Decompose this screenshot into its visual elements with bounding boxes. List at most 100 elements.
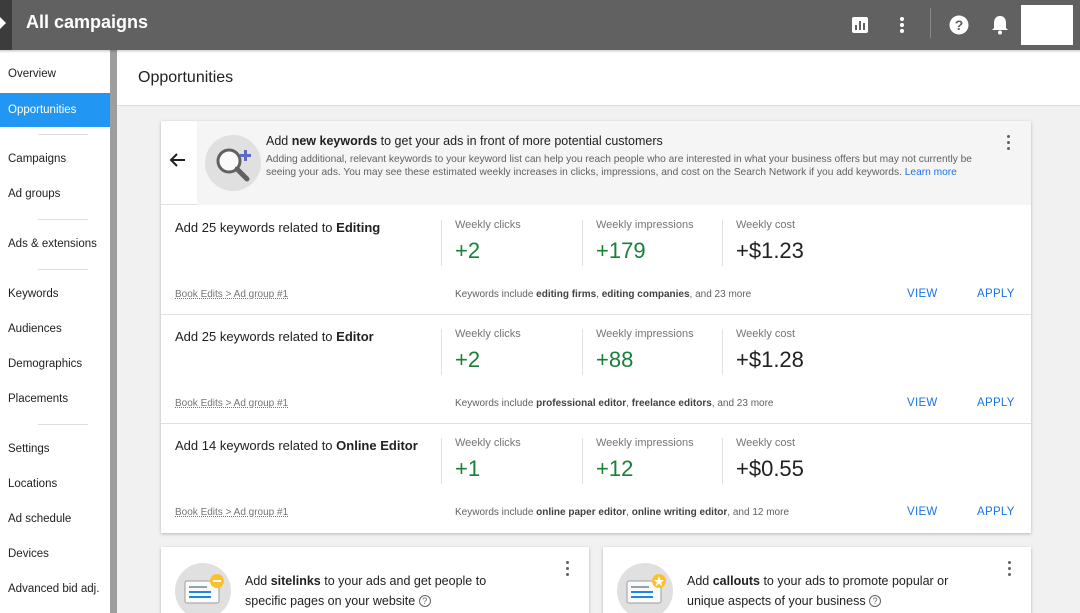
sitelinks-post: to your ads and get people to — [320, 574, 487, 588]
clicks-value: +2 — [455, 347, 481, 372]
kw-first: professional editor — [536, 398, 627, 409]
sidebar-item-placements[interactable]: Placements — [0, 382, 110, 416]
card-more-icon[interactable] — [1008, 561, 1012, 577]
sidebar-item-settings[interactable]: Settings — [0, 432, 110, 466]
clicks-label: Weekly clicks — [455, 328, 521, 340]
sidebar-item-overview[interactable]: Overview — [0, 57, 110, 91]
apply-button[interactable]: APPLY — [977, 506, 1015, 518]
sitelinks-opportunity-card: Add sitelinks to your ads and get people… — [161, 547, 589, 613]
notifications-icon[interactable] — [986, 11, 1014, 39]
row-title-bold: Editor — [336, 329, 374, 344]
sidebar-item-locations[interactable]: Locations — [0, 467, 110, 501]
sidebar-item-ads-extensions[interactable]: Ads & extensions — [0, 227, 110, 261]
apply-button[interactable]: APPLY — [977, 397, 1015, 409]
account-avatar[interactable] — [1021, 5, 1073, 45]
sidebar-item-ad-groups[interactable]: Ad groups — [0, 177, 110, 211]
kw-second: editing companies — [601, 289, 690, 300]
kw-post: , and 23 more — [711, 398, 774, 409]
card-more-icon[interactable] — [566, 561, 570, 577]
back-arrow-icon[interactable] — [169, 151, 189, 175]
view-button[interactable]: VIEW — [907, 506, 938, 518]
row-title: Add 25 keywords related to Editing — [175, 220, 380, 235]
keyword-search-icon — [205, 135, 261, 191]
card-header: Add new keywords to get your ads in fron… — [161, 121, 1031, 205]
card-description: Adding additional, relevant keywords to … — [266, 153, 986, 179]
impressions-label: Weekly impressions — [596, 437, 694, 449]
more-vert-icon[interactable] — [888, 11, 916, 39]
column-divider — [582, 329, 583, 375]
card-title-post: to get your ads in front of more potenti… — [377, 134, 663, 148]
impressions-value: +179 — [596, 238, 646, 263]
sidebar-item-advanced-bid-adj[interactable]: Advanced bid adj. — [0, 572, 110, 606]
toolbar-divider — [930, 8, 931, 38]
card-title-pre: Add — [266, 134, 292, 148]
help-circle-icon[interactable]: ? — [869, 595, 882, 607]
column-divider — [722, 438, 723, 484]
kw-post: , and 12 more — [727, 507, 790, 518]
impressions-label: Weekly impressions — [596, 328, 694, 340]
column-divider — [441, 329, 442, 375]
row-title-bold: Online Editor — [336, 438, 418, 453]
card-more-icon[interactable] — [1007, 135, 1011, 151]
keywords-opportunity-card: Add new keywords to get your ads in fron… — [161, 121, 1031, 533]
keyword-row: Add 25 keywords related to Editor Weekly… — [161, 315, 1031, 424]
column-divider — [441, 438, 442, 484]
sitelinks-line2: specific pages on your website — [245, 594, 416, 608]
page-header: Opportunities — [117, 50, 1080, 106]
reports-icon[interactable] — [846, 11, 874, 39]
card-title-bold: new keywords — [291, 134, 378, 148]
row-title-bold: Editing — [336, 220, 381, 235]
kw-first: editing firms — [536, 289, 597, 300]
breadcrumb[interactable]: Book Edits > Ad group #1 — [175, 398, 288, 409]
sidebar: Overview Opportunities Campaigns Ad grou… — [0, 50, 117, 613]
column-divider — [441, 220, 442, 266]
column-divider — [722, 220, 723, 266]
keywords-include-text: Keywords include professional editor, fr… — [455, 398, 774, 409]
row-title: Add 25 keywords related to Editor — [175, 329, 374, 344]
breadcrumb[interactable]: Book Edits > Ad group #1 — [175, 507, 288, 518]
cost-value: +$1.28 — [736, 347, 804, 372]
drawer-toggle[interactable] — [0, 0, 12, 50]
help-icon[interactable]: ? — [945, 11, 973, 39]
kw-pre: Keywords include — [455, 398, 537, 409]
view-button[interactable]: VIEW — [907, 288, 938, 300]
view-button[interactable]: VIEW — [907, 397, 938, 409]
callout-icon — [617, 563, 673, 613]
sitelinks-text: Add sitelinks to your ads and get people… — [245, 571, 486, 611]
sidebar-item-campaigns[interactable]: Campaigns — [0, 142, 110, 176]
expand-arrow-icon — [0, 17, 6, 29]
help-circle-icon[interactable]: ? — [418, 595, 431, 607]
breadcrumb[interactable]: Book Edits > Ad group #1 — [175, 289, 288, 300]
callouts-post: to your ads to promote popular or — [759, 574, 949, 588]
card-description-text: Adding additional, relevant keywords to … — [266, 154, 972, 178]
column-divider — [582, 220, 583, 266]
sitelinks-bold: sitelinks — [270, 574, 321, 588]
sitelinks-pre: Add — [245, 574, 271, 588]
sidebar-item-opportunities[interactable]: Opportunities — [0, 93, 110, 127]
sidebar-divider — [38, 219, 88, 220]
keyword-row: Add 25 keywords related to Editing Weekl… — [161, 206, 1031, 315]
kw-second: freelance editors — [631, 398, 712, 409]
sidebar-item-devices[interactable]: Devices — [0, 537, 110, 571]
sitelink-icon — [175, 563, 231, 613]
learn-more-link[interactable]: Learn more — [905, 167, 957, 178]
sidebar-item-ad-schedule[interactable]: Ad schedule — [0, 502, 110, 536]
cost-label: Weekly cost — [736, 219, 796, 231]
sidebar-item-keywords[interactable]: Keywords — [0, 277, 110, 311]
sidebar-divider — [38, 134, 88, 135]
row-title-pre: Add 25 keywords related to — [175, 329, 337, 344]
sidebar-item-demographics[interactable]: Demographics — [0, 347, 110, 381]
sidebar-scrollbar[interactable] — [110, 50, 117, 613]
row-title: Add 14 keywords related to Online Editor — [175, 438, 418, 453]
cost-label: Weekly cost — [736, 328, 796, 340]
sidebar-item-audiences[interactable]: Audiences — [0, 312, 110, 346]
apply-button[interactable]: APPLY — [977, 288, 1015, 300]
cost-value: +$0.55 — [736, 456, 804, 481]
row-title-pre: Add 25 keywords related to — [175, 220, 337, 235]
keywords-include-text: Keywords include online paper editor, on… — [455, 507, 789, 518]
clicks-value: +2 — [455, 238, 481, 263]
kw-second: online writing editor — [631, 507, 728, 518]
kw-pre: Keywords include — [455, 289, 537, 300]
sidebar-divider — [38, 424, 88, 425]
cost-label: Weekly cost — [736, 437, 796, 449]
